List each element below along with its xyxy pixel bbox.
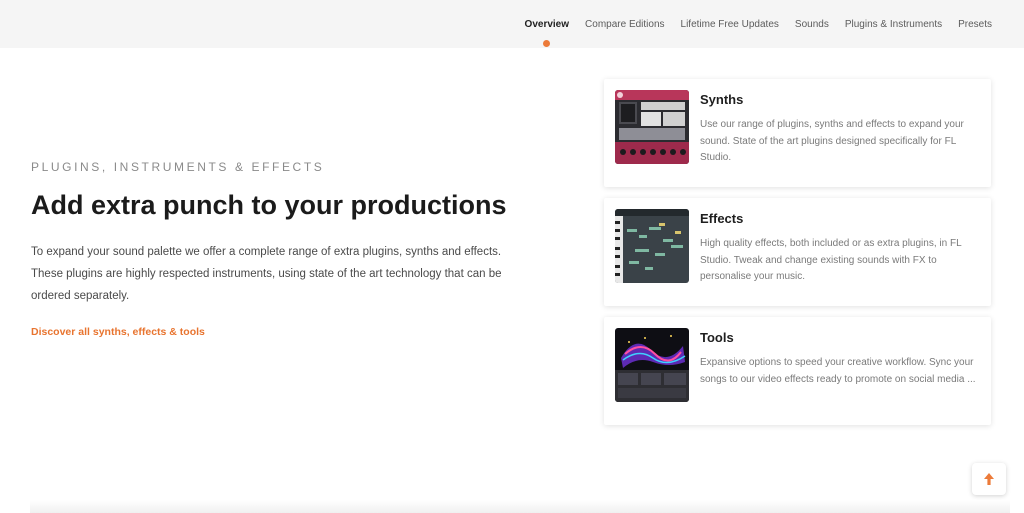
- card-synths[interactable]: Synths Use our range of plugins, synths …: [604, 79, 991, 187]
- discover-link[interactable]: Discover all synths, effects & tools: [31, 326, 205, 338]
- back-to-top-button[interactable]: [972, 463, 1006, 495]
- card-title: Effects: [700, 211, 744, 226]
- active-indicator-dot: [543, 39, 551, 47]
- page-headline: Add extra punch to your productions: [31, 190, 507, 220]
- intro-paragraph: To expand your sound palette we offer a …: [31, 246, 502, 302]
- card-title: Tools: [700, 330, 734, 345]
- effects-thumbnail: [615, 209, 689, 283]
- nav-sounds[interactable]: Sounds: [795, 19, 829, 30]
- card-description: Use our range of plugins, synths and eff…: [700, 119, 964, 163]
- synths-thumbnail: [615, 90, 689, 164]
- card-tools[interactable]: Tools Expansive options to speed your cr…: [604, 317, 991, 425]
- section-nav: Overview Compare Editions Lifetime Free …: [525, 0, 992, 48]
- section-eyebrow: PLUGINS, INSTRUMENTS & EFFECTS: [31, 160, 325, 174]
- card-title: Synths: [700, 92, 744, 107]
- intro-section: PLUGINS, INSTRUMENTS & EFFECTS Add extra…: [31, 160, 521, 340]
- tools-thumbnail: [615, 328, 689, 402]
- section-divider-shadow: [30, 500, 1010, 513]
- arrow-up-icon: [984, 473, 994, 485]
- nav-presets[interactable]: Presets: [958, 19, 992, 30]
- nav-overview-label: Overview: [524, 18, 570, 30]
- top-navigation-bar: Overview Compare Editions Lifetime Free …: [0, 0, 1024, 48]
- nav-compare-editions[interactable]: Compare Editions: [585, 19, 664, 30]
- nav-lifetime-free-updates[interactable]: Lifetime Free Updates: [681, 19, 779, 30]
- nav-plugins-instruments[interactable]: Plugins & Instruments: [845, 19, 942, 30]
- card-effects[interactable]: Effects High quality effects, both inclu…: [604, 198, 991, 306]
- card-description: Expansive options to speed your creative…: [700, 357, 976, 385]
- card-description: High quality effects, both included or a…: [700, 238, 962, 282]
- nav-overview[interactable]: Overview: [524, 18, 570, 47]
